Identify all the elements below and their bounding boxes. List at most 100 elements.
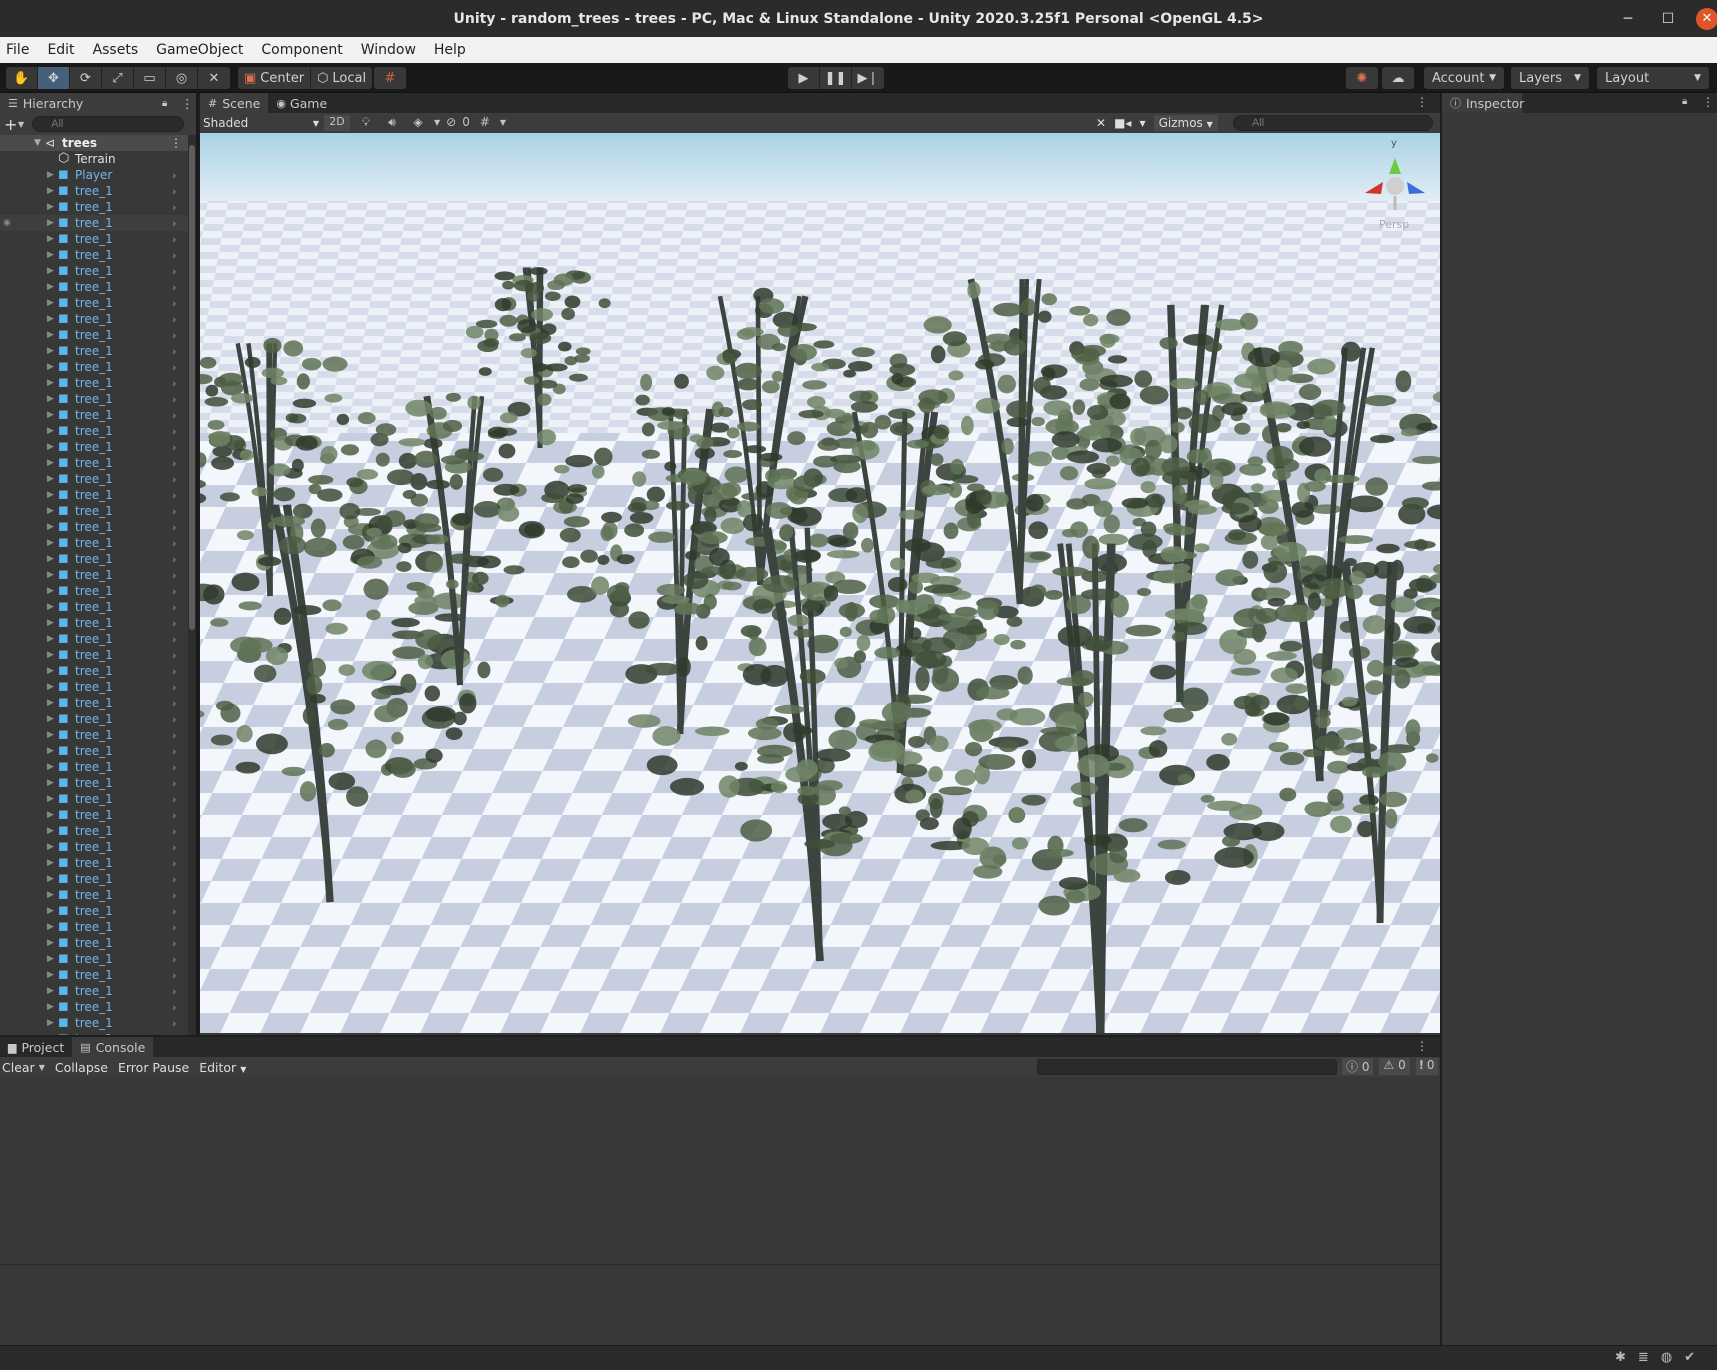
log-filter-toggle[interactable]: ⓘ 0 [1342,1058,1374,1075]
maximize-icon[interactable]: ☐ [1648,11,1688,27]
expand-arrow-icon[interactable]: ▶ [47,890,54,900]
hierarchy-item[interactable]: ▶ ◼ tree_1 › [0,231,190,247]
expand-arrow-icon[interactable]: ▶ [47,714,54,724]
expand-arrow-icon[interactable]: ▶ [47,650,54,660]
prefab-open-icon[interactable]: › [172,361,176,374]
prefab-open-icon[interactable]: › [172,841,176,854]
tab-hierarchy[interactable]: ☰ Hierarchy 🔒︎ ⋮ [0,93,196,113]
layers-dropdown[interactable]: Layers ▼ [1511,67,1589,89]
hierarchy-item[interactable]: ▶ ◼ tree_1 › [0,487,190,503]
more-options-icon[interactable]: ⋮ [1702,95,1714,109]
expand-arrow-icon[interactable]: ▶ [47,858,54,868]
scene-render[interactable] [200,133,1440,1033]
prefab-open-icon[interactable]: › [172,329,176,342]
scale-tool-icon[interactable]: ⤢ [102,67,134,89]
hierarchy-item[interactable]: ▶ ◼ tree_1 › [0,743,190,759]
prefab-open-icon[interactable]: › [172,521,176,534]
space-local-button[interactable]: ⬡ Local [311,67,372,89]
chevron-down-icon[interactable]: ▼ [1139,119,1145,128]
expand-arrow-icon[interactable]: ▶ [47,906,54,916]
expand-arrow-icon[interactable]: ▶ [47,538,54,548]
collapse-button[interactable]: Collapse [55,1060,108,1075]
transform-tool-icon[interactable]: ◎ [166,67,198,89]
hierarchy-item[interactable]: ▶ ◼ tree_1 › [0,343,190,359]
pause-icon[interactable]: ❚❚ [820,67,852,89]
expand-arrow-icon[interactable]: ▶ [47,250,54,260]
expand-arrow-icon[interactable]: ▶ [47,170,54,180]
cloud-icon[interactable]: ☁ [1382,67,1414,89]
hierarchy-item[interactable]: ▶ ◼ tree_1 › [0,1015,190,1031]
mode-2d-toggle[interactable]: 2D [324,115,350,131]
prefab-open-icon[interactable]: › [172,377,176,390]
expand-arrow-icon[interactable]: ▶ [47,314,54,324]
hierarchy-item[interactable]: ⬡ Terrain [0,151,190,167]
scene-viewport[interactable]: y Persp [200,133,1440,1033]
menu-edit[interactable]: Edit [47,42,74,58]
hierarchy-item[interactable]: ▶ ◼ tree_1 › [0,887,190,903]
expand-arrow-icon[interactable]: ▶ [47,522,54,532]
projection-label[interactable]: Persp [1379,218,1409,231]
prefab-open-icon[interactable]: › [172,777,176,790]
menu-window[interactable]: Window [361,42,416,58]
expand-arrow-icon[interactable]: ▶ [47,282,54,292]
expand-arrow-icon[interactable]: ▶ [47,1018,54,1028]
hierarchy-item[interactable]: ▶ ◼ tree_1 › [0,983,190,999]
tab-project[interactable]: ▆ Project [0,1037,72,1057]
hierarchy-item[interactable]: ▶ ◼ tree_1 › [0,791,190,807]
more-options-icon[interactable]: ⋮ [170,136,182,150]
expand-arrow-icon[interactable]: ▶ [47,666,54,676]
expand-arrow-icon[interactable]: ▶ [47,346,54,356]
scrollbar-thumb[interactable] [189,145,195,630]
prefab-open-icon[interactable]: › [172,297,176,310]
expand-arrow-icon[interactable]: ▶ [47,218,54,228]
audio-icon[interactable]: 🔊︎ [382,115,402,131]
expand-arrow-icon[interactable]: ▶ [47,298,54,308]
hierarchy-item[interactable]: ▶ ◼ tree_1 › [0,519,190,535]
expand-arrow-icon[interactable]: ▶ [47,554,54,564]
lock-icon[interactable]: 🔒︎ [1682,96,1687,107]
prefab-open-icon[interactable]: › [172,649,176,662]
expand-arrow-icon[interactable]: ▶ [47,586,54,596]
prefab-open-icon[interactable]: › [172,553,176,566]
menu-assets[interactable]: Assets [93,42,139,58]
prefab-open-icon[interactable]: › [172,729,176,742]
hierarchy-item[interactable]: ▶ ◼ tree_1 › [0,439,190,455]
prefab-open-icon[interactable]: › [172,617,176,630]
expand-arrow-icon[interactable]: ▶ [47,474,54,484]
layout-dropdown[interactable]: Layout ▼ [1597,67,1709,89]
hierarchy-item[interactable]: ▶ ◼ tree_1 › [0,311,190,327]
expand-arrow-icon[interactable]: ▶ [47,234,54,244]
prefab-open-icon[interactable]: › [172,233,176,246]
expand-arrow-icon[interactable]: ▶ [47,922,54,932]
prefab-open-icon[interactable]: › [172,873,176,886]
hierarchy-item[interactable]: ▶ ◼ tree_1 › [0,999,190,1015]
scene-root-row[interactable]: ▼ ⊲ trees ⋮ [0,135,190,151]
hierarchy-item[interactable]: ▶ ◼ tree_1 › [0,423,190,439]
hierarchy-item[interactable]: ▶ ◼ tree_1 › [0,199,190,215]
prefab-open-icon[interactable]: › [172,1033,176,1036]
tab-game[interactable]: ◉ Game [268,93,335,113]
prefab-open-icon[interactable]: › [172,793,176,806]
hierarchy-item[interactable]: ▶ ◼ tree_1 › [0,967,190,983]
hierarchy-item[interactable]: ▶ ◼ tree_1 › [0,903,190,919]
hierarchy-item[interactable]: ▶ ◼ tree_1 › [0,615,190,631]
prefab-open-icon[interactable]: › [172,489,176,502]
hierarchy-item[interactable]: ▶ ◼ tree_1 › [0,599,190,615]
prefab-open-icon[interactable]: › [172,585,176,598]
effects-icon[interactable]: ◈ [408,115,428,131]
hierarchy-item[interactable]: ▶ ◼ tree_1 › [0,695,190,711]
rect-tool-icon[interactable]: ▭ [134,67,166,89]
expand-arrow-icon[interactable]: ▶ [47,266,54,276]
hierarchy-item[interactable]: ▶ ◼ tree_1 › [0,871,190,887]
hierarchy-item[interactable]: ▶ ◼ tree_1 › [0,663,190,679]
prefab-open-icon[interactable]: › [172,985,176,998]
tab-scene[interactable]: # Scene [200,93,269,113]
hierarchy-item[interactable]: ▶ ◼ tree_1 › [0,279,190,295]
prefab-open-icon[interactable]: › [172,169,176,182]
hierarchy-item[interactable]: ▶ ◼ tree_1 › [0,471,190,487]
prefab-open-icon[interactable]: › [172,249,176,262]
visibility-icon[interactable]: ◉ [3,218,11,228]
chevron-down-icon[interactable]: ▼ [18,120,24,129]
hierarchy-item[interactable]: ▶ ◼ tree_1 › [0,775,190,791]
expand-arrow-icon[interactable]: ▶ [47,682,54,692]
